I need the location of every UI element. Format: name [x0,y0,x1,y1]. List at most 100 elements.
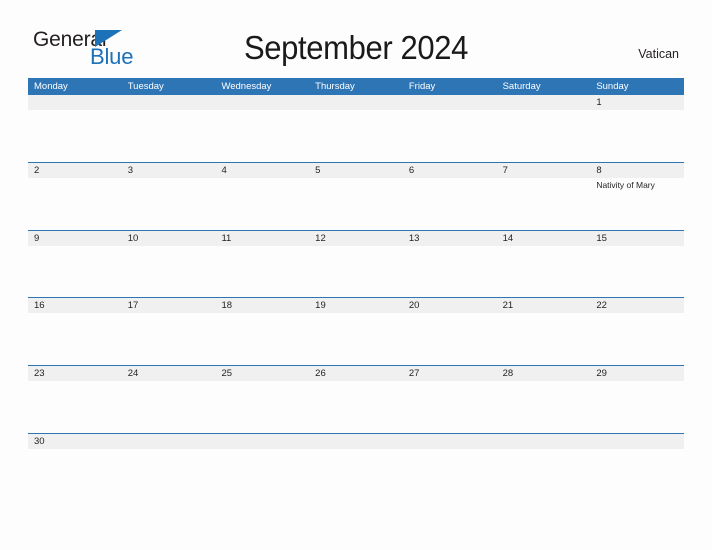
day-number[interactable] [122,95,216,110]
day-number[interactable]: 6 [403,163,497,178]
day-cell[interactable] [28,449,122,500]
day-number[interactable]: 9 [28,231,122,246]
week-date-band: 30 [28,433,684,449]
day-number[interactable]: 28 [497,366,591,381]
day-cell[interactable] [309,449,403,500]
day-cell[interactable] [215,313,309,364]
day-cell[interactable] [122,110,216,161]
week-date-band: 2 3 4 5 6 7 8 [28,162,684,178]
day-cell[interactable] [122,381,216,432]
day-number[interactable]: 10 [122,231,216,246]
weekday-header-thursday: Thursday [315,81,355,92]
day-number[interactable]: 5 [309,163,403,178]
day-number[interactable]: 26 [309,366,403,381]
day-number[interactable] [215,95,309,110]
week-row: 9 10 11 12 13 14 15 [28,229,684,298]
day-number[interactable] [403,95,497,110]
day-number[interactable]: 8 [590,163,684,178]
day-cell[interactable] [215,381,309,432]
day-number[interactable]: 20 [403,298,497,313]
day-number[interactable]: 2 [28,163,122,178]
day-number[interactable] [403,434,497,449]
week-row: 1 [28,95,684,162]
locale-label: Vatican [638,47,679,61]
day-number[interactable] [590,434,684,449]
day-number[interactable]: 23 [28,366,122,381]
day-number[interactable] [309,95,403,110]
day-number[interactable]: 22 [590,298,684,313]
day-cell[interactable] [215,449,309,500]
day-cell[interactable] [309,381,403,432]
day-number[interactable] [215,434,309,449]
week-row: 30 [28,432,684,501]
day-cell[interactable] [497,313,591,364]
day-cell[interactable] [309,313,403,364]
week-date-band: 23 24 25 26 27 28 29 [28,366,684,382]
day-number[interactable] [122,434,216,449]
week-event-band [28,381,684,433]
day-number[interactable]: 14 [497,231,591,246]
day-number[interactable] [309,434,403,449]
day-cell[interactable] [590,110,684,161]
day-number[interactable]: 24 [122,366,216,381]
day-cell[interactable] [215,178,309,229]
day-cell[interactable] [309,178,403,229]
day-cell[interactable] [403,381,497,432]
day-cell[interactable] [497,178,591,229]
day-number[interactable] [28,95,122,110]
day-cell[interactable] [309,110,403,161]
day-cell[interactable] [122,449,216,500]
day-cell[interactable]: Nativity of Mary [590,178,684,229]
day-cell[interactable] [497,246,591,297]
day-cell[interactable] [28,381,122,432]
day-number[interactable]: 19 [309,298,403,313]
day-cell[interactable] [122,313,216,364]
day-number[interactable]: 30 [28,434,122,449]
day-cell[interactable] [403,246,497,297]
day-number[interactable]: 16 [28,298,122,313]
day-number[interactable]: 18 [215,298,309,313]
day-cell[interactable] [497,110,591,161]
calendar-grid: Monday Tuesday Wednesday Thursday Friday… [28,78,684,501]
weekday-header-wednesday: Wednesday [221,81,272,92]
week-date-band: 16 17 18 19 20 21 22 [28,298,684,314]
weekday-header-friday: Friday [408,81,436,92]
day-number[interactable] [497,434,591,449]
day-cell[interactable] [403,313,497,364]
day-number[interactable]: 25 [215,366,309,381]
week-row: 16 17 18 19 20 21 22 [28,297,684,366]
day-cell[interactable] [403,449,497,500]
day-cell[interactable] [122,178,216,229]
day-number[interactable]: 15 [590,231,684,246]
day-number[interactable]: 4 [215,163,309,178]
day-number[interactable]: 13 [403,231,497,246]
day-cell[interactable] [28,110,122,161]
day-cell[interactable] [590,381,684,432]
day-number[interactable]: 17 [122,298,216,313]
day-number[interactable]: 1 [590,95,684,110]
weekday-header-row: Monday Tuesday Wednesday Thursday Friday… [28,78,684,95]
day-number[interactable]: 7 [497,163,591,178]
day-cell[interactable] [403,178,497,229]
day-cell[interactable] [309,246,403,297]
day-number[interactable]: 27 [403,366,497,381]
day-number[interactable]: 12 [309,231,403,246]
day-cell[interactable] [28,246,122,297]
day-number[interactable]: 11 [215,231,309,246]
day-cell[interactable] [28,178,122,229]
day-number[interactable]: 29 [590,366,684,381]
day-cell[interactable] [403,110,497,161]
day-cell[interactable] [28,313,122,364]
day-cell[interactable] [215,110,309,161]
day-cell[interactable] [590,313,684,364]
week-event-band: Nativity of Mary [28,177,684,229]
day-cell[interactable] [590,246,684,297]
day-number[interactable]: 21 [497,298,591,313]
day-cell[interactable] [497,381,591,432]
day-cell[interactable] [497,449,591,500]
day-cell[interactable] [215,246,309,297]
day-cell[interactable] [590,449,684,500]
day-cell[interactable] [122,246,216,297]
day-number[interactable] [497,95,591,110]
day-number[interactable]: 3 [122,163,216,178]
